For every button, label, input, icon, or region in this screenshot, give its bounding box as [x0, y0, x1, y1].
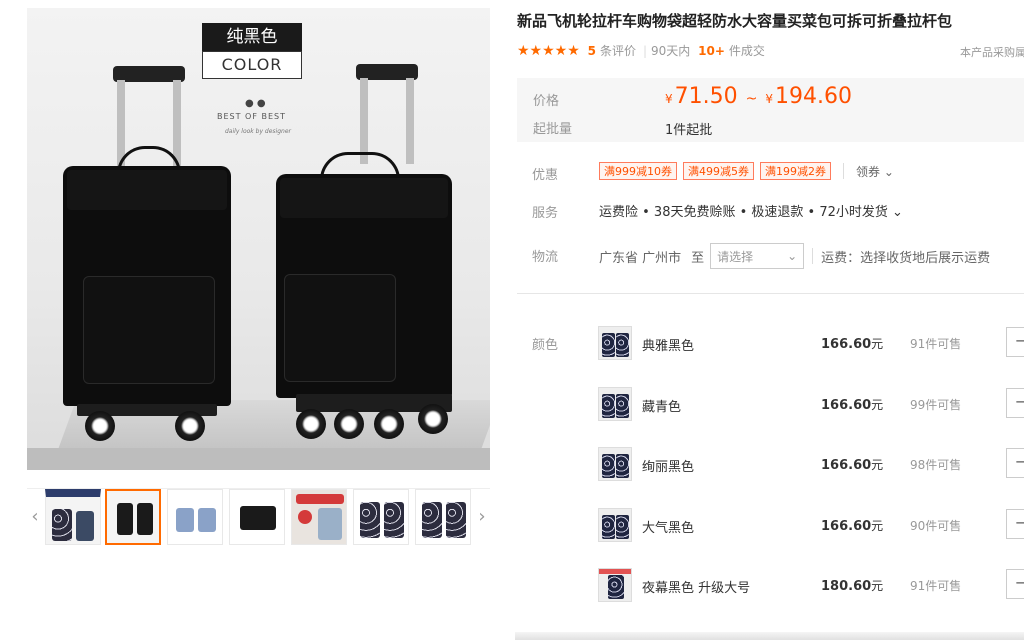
sku-stock: 91件可售: [910, 579, 962, 593]
thumbnail-4[interactable]: [229, 489, 285, 545]
rating-stars-icon: ★★★★★: [517, 43, 580, 59]
deal-label: 件成交: [728, 44, 765, 58]
thumbnail-5[interactable]: [291, 489, 347, 545]
thumbnail-3[interactable]: [167, 489, 223, 545]
price-high: 194.60: [775, 84, 852, 109]
service-label: 服务: [532, 206, 559, 221]
product-title: 新品飞机轮拉杆车购物袋超轻防水大容量买菜包可拆可折叠拉杆包: [517, 12, 953, 30]
sku-thumbnail[interactable]: [598, 507, 632, 542]
coupon-list: 满999减10券 满499减5券 满199减2券 领券 ⌄: [599, 162, 894, 180]
sku-list: 典雅黑色 166.60元 91件可售 − 藏青色 166.60元 99件可售 −…: [598, 322, 1024, 625]
sku-row: 典雅黑色 166.60元 91件可售 −: [598, 322, 1024, 383]
rating-row: ★★★★★ 5 条评价 | 90天内 10+ 件成交: [517, 43, 765, 59]
sku-price: 166.60元: [821, 337, 884, 352]
section-divider: [517, 293, 1024, 294]
sku-row: 藏青色 166.60元 99件可售 −: [598, 383, 1024, 444]
main-product-image[interactable]: 纯黑色 COLOR ● ● BEST OF BEST daily look by…: [27, 8, 490, 470]
chevron-down-icon: ⌄: [787, 249, 798, 263]
thumbnail-6[interactable]: [353, 489, 409, 545]
moq-value: 1件起批: [665, 123, 713, 138]
color-tag-cn: 纯黑色: [202, 23, 302, 51]
price-range: ¥71.50 ~ ¥194.60: [665, 84, 852, 109]
origin-text: 广东省 广州市: [599, 250, 682, 266]
coupon-3[interactable]: 满199减2券: [760, 162, 831, 180]
destination-placeholder: 请选择: [717, 249, 754, 264]
sku-thumbnail[interactable]: [598, 326, 632, 360]
coupon-2[interactable]: 满499减5券: [683, 162, 754, 180]
product-page: 纯黑色 COLOR ● ● BEST OF BEST daily look by…: [0, 0, 1024, 640]
sku-price: 166.60元: [821, 518, 884, 534]
sku-price: 166.60元: [821, 397, 884, 413]
sku-stock: 90件可售: [910, 518, 962, 533]
promo-label: 优惠: [532, 168, 559, 183]
review-count[interactable]: 5: [588, 44, 596, 58]
moq-label: 起批量: [533, 122, 573, 137]
sku-price: 180.60元: [821, 579, 884, 594]
sku-name: 绚丽黑色: [642, 460, 695, 475]
service-note: 本产品采购属: [960, 46, 1024, 59]
bottom-shadow: [515, 632, 1024, 640]
deal-count: 10+: [698, 44, 725, 58]
thumbnail-1[interactable]: [45, 489, 101, 545]
get-coupon-button[interactable]: 领券 ⌄: [856, 163, 894, 180]
sku-name: 典雅黑色: [642, 339, 695, 354]
sku-color-label: 颜色: [532, 338, 559, 353]
decrease-qty-button[interactable]: −: [1006, 448, 1024, 478]
sku-row: 大气黑色 166.60元 90件可售 −: [598, 504, 1024, 565]
sku-thumbnail[interactable]: [598, 447, 632, 481]
destination-select[interactable]: 请选择 ⌄: [710, 243, 805, 269]
days-label: 90天内: [651, 44, 691, 58]
decrease-qty-button[interactable]: −: [1006, 327, 1024, 357]
sku-name: 藏青色: [642, 399, 682, 415]
sku-thumbnail[interactable]: [598, 386, 632, 421]
thumb-next-icon[interactable]: ›: [474, 489, 490, 545]
sku-row: 绚丽黑色 166.60元 98件可售 −: [598, 443, 1024, 504]
decrease-qty-button[interactable]: −: [1006, 569, 1024, 599]
sku-stock: 99件可售: [910, 397, 962, 412]
sku-price: 166.60元: [821, 458, 884, 473]
sku-row: 夜幕黑色 升级大号 180.60元 91件可售 −: [598, 564, 1024, 625]
coupon-1[interactable]: 满999减10券: [599, 162, 677, 180]
logistics-row: 广东省 广州市 至 请选择 ⌄ 运费：选择收货地后展示运费: [599, 243, 990, 269]
sku-stock: 91件可售: [910, 337, 962, 351]
price-low: 71.50: [674, 84, 738, 109]
review-label[interactable]: 条评价: [600, 44, 636, 58]
decrease-qty-button[interactable]: −: [1006, 508, 1024, 539]
best-dots: ● ●: [245, 98, 266, 109]
thumbnail-2[interactable]: [105, 489, 161, 545]
suitcase-left: [57, 66, 237, 446]
sku-thumbnail[interactable]: [598, 568, 632, 602]
sku-name: 大气黑色: [642, 520, 695, 536]
thumb-prev-icon[interactable]: ‹: [27, 489, 43, 545]
price-panel: 价格 ¥71.50 ~ ¥194.60 起批量 1件起批: [517, 78, 1024, 142]
freight-text: 运费：选择收货地后展示运费: [821, 250, 991, 266]
suitcase-right: [272, 64, 462, 454]
price-label: 价格: [533, 94, 560, 109]
thumbnail-strip: ‹ ›: [27, 488, 490, 545]
to-text: 至: [691, 250, 705, 266]
decrease-qty-button[interactable]: −: [1006, 387, 1024, 418]
logistics-label: 物流: [532, 250, 559, 265]
thumbnail-7[interactable]: [415, 489, 471, 545]
service-text[interactable]: 运费险 • 38天免费赊账 • 极速退款 • 72小时发货 ⌄: [599, 201, 903, 220]
sku-name: 夜幕黑色 升级大号: [642, 581, 751, 596]
sku-stock: 98件可售: [910, 458, 962, 472]
